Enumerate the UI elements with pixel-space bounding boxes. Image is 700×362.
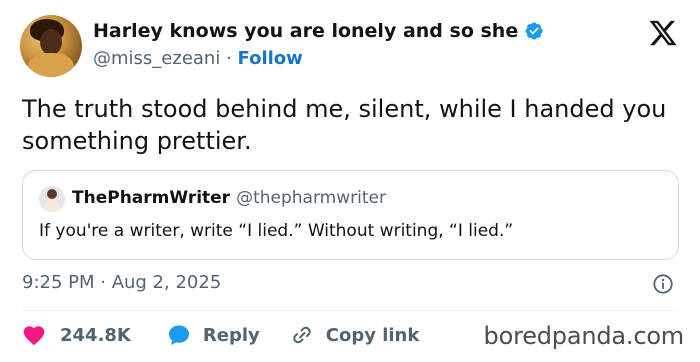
avatar-face [40,29,62,55]
heart-icon [22,324,46,346]
author-name-row: Harley knows you are lonely and so she [93,20,544,42]
author-avatar[interactable] [20,15,82,77]
quote-author-name: ThePharmWriter [72,188,231,208]
tweet-actions: 244.8K Reply Copy link [22,322,419,348]
reply-label: Reply [202,324,260,346]
like-count: 244.8K [60,324,131,346]
x-logo-icon[interactable] [648,18,678,48]
like-button[interactable]: 244.8K [22,324,131,346]
verified-badge-icon [524,21,544,41]
link-icon [290,323,314,347]
tweet-timestamp[interactable]: 9:25 PM · Aug 2, 2025 [22,272,221,293]
copy-link-label: Copy link [325,324,420,346]
author-handle-row: @miss_ezeani · Follow [93,48,303,69]
author-display-name[interactable]: Harley knows you are lonely and so she [93,20,518,42]
quoted-tweet[interactable]: ThePharmWriter @thepharmwriter If you're … [22,170,679,260]
quote-author-handle: @thepharmwriter [236,188,386,208]
quote-author-row: ThePharmWriter @thepharmwriter [72,188,386,208]
reply-bubble-icon [167,323,191,347]
quote-author-avatar [39,186,65,212]
copy-link-button[interactable]: Copy link [290,323,420,347]
info-icon[interactable] [652,273,674,295]
follow-button[interactable]: Follow [238,48,303,69]
boredpanda-watermark: boredpanda.com [483,322,685,350]
author-handle[interactable]: @miss_ezeani [93,48,220,69]
reply-button[interactable]: Reply [167,323,260,347]
quote-avatar-head [47,189,57,199]
avatar-body [28,53,74,77]
actions-divider [22,310,678,311]
quote-text: If you're a writer, write “I lied.” With… [39,221,514,241]
tweet-text: The truth stood behind me, silent, while… [22,95,667,155]
quote-avatar-body [44,199,60,212]
handle-separator: · [226,48,232,69]
tweet-card: Harley knows you are lonely and so she @… [0,0,700,362]
